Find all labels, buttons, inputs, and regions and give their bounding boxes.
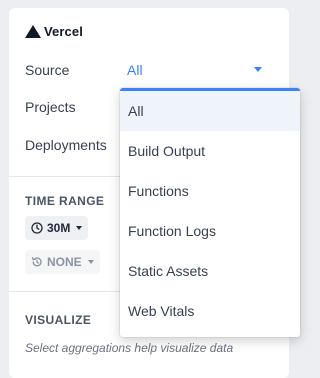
brand-name: Vercel (44, 24, 83, 39)
source-label: Source (25, 62, 70, 78)
source-select[interactable]: All (127, 62, 143, 78)
dropdown-option-all[interactable]: All (120, 91, 300, 131)
vercel-triangle-icon (25, 25, 41, 38)
vercel-brand: Vercel (25, 24, 83, 39)
compare-value: NONE (47, 255, 82, 269)
dropdown-option-function-logs[interactable]: Function Logs (120, 211, 300, 251)
time-range-selector[interactable]: 30M (25, 216, 89, 240)
history-icon (32, 257, 42, 267)
caret-down-icon (76, 226, 83, 230)
source-dropdown-menu: All Build Output Functions Function Logs… (120, 88, 300, 337)
dropdown-option-functions[interactable]: Functions (120, 171, 300, 211)
dropdown-option-web-vitals[interactable]: Web Vitals (120, 291, 300, 331)
deployments-label: Deployments (25, 137, 107, 153)
visualize-hint: Select aggregations help visualize data (25, 341, 234, 355)
compare-selector[interactable]: NONE (25, 250, 100, 274)
visualize-title: VISUALIZE (25, 313, 92, 327)
projects-label: Projects (25, 99, 76, 115)
clock-icon (31, 222, 43, 234)
caret-down-icon (87, 260, 94, 264)
time-range-value: 30M (47, 221, 71, 235)
time-range-title: TIME RANGE (25, 194, 105, 208)
caret-down-icon[interactable] (254, 67, 262, 72)
dropdown-option-static-assets[interactable]: Static Assets (120, 251, 300, 291)
dropdown-option-build-output[interactable]: Build Output (120, 131, 300, 171)
